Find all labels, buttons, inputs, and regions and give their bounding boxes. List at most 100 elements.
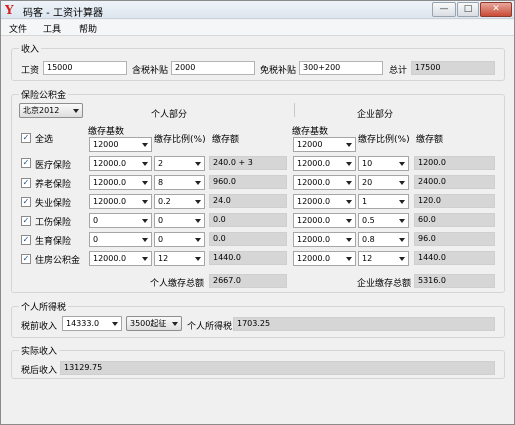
chevron-down-icon bbox=[399, 162, 405, 166]
chevron-down-icon bbox=[142, 257, 148, 261]
injury-personal-base[interactable]: 0 bbox=[89, 213, 152, 228]
company-base-select[interactable]: 12000 bbox=[293, 137, 356, 152]
maternity-company-base[interactable]: 12000.0 bbox=[293, 232, 356, 247]
total-label: 总计 bbox=[389, 66, 408, 76]
injury-checkbox[interactable]: ✓ bbox=[21, 216, 31, 226]
taxfree-allowance-input[interactable]: 300+200 bbox=[299, 61, 383, 75]
pension-personal-ratio-value: 8 bbox=[158, 178, 164, 187]
injury-company-ratio[interactable]: 0.5 bbox=[358, 213, 409, 228]
unemployment-personal-ratio[interactable]: 0.2 bbox=[154, 194, 205, 209]
housing-fund-personal-base[interactable]: 12000.0 bbox=[89, 251, 152, 266]
select-all-checkbox[interactable]: ✓ bbox=[21, 133, 31, 143]
select-all-label: 全选 bbox=[35, 135, 54, 145]
maternity-personal-ratio[interactable]: 0 bbox=[154, 232, 205, 247]
threshold-select[interactable]: 3500起征 bbox=[126, 316, 182, 331]
unemployment-company-amount: 120.0 bbox=[414, 194, 495, 208]
housing-fund-personal-ratio-value: 12 bbox=[158, 254, 169, 263]
pension-company-ratio-value: 20 bbox=[362, 178, 373, 187]
housing-fund-personal-amount: 1440.0 bbox=[209, 251, 287, 265]
company-ratio-header: 缴存比例(%) bbox=[358, 135, 410, 145]
pension-company-base-value: 12000.0 bbox=[297, 178, 331, 187]
maternity-personal-base[interactable]: 0 bbox=[89, 232, 152, 247]
pension-company-ratio[interactable]: 20 bbox=[358, 175, 409, 190]
pension-checkbox[interactable]: ✓ bbox=[21, 178, 31, 188]
pretax-label: 税前收入 bbox=[21, 322, 58, 332]
chevron-down-icon bbox=[399, 238, 405, 242]
maximize-button[interactable]: □ bbox=[457, 2, 479, 17]
personal-total-value: 2667.0 bbox=[209, 274, 287, 288]
pension-company-amount: 2400.0 bbox=[414, 175, 495, 189]
medical-personal-base-value: 12000.0 bbox=[93, 159, 127, 168]
chevron-down-icon bbox=[195, 200, 201, 204]
housing-fund-company-base-value: 12000.0 bbox=[297, 254, 331, 263]
pension-personal-base[interactable]: 12000.0 bbox=[89, 175, 152, 190]
injury-personal-ratio-value: 0 bbox=[158, 216, 164, 225]
company-total-label: 企业缴存总额 bbox=[357, 279, 412, 289]
injury-company-base[interactable]: 12000.0 bbox=[293, 213, 356, 228]
injury-personal-ratio[interactable]: 0 bbox=[154, 213, 205, 228]
maternity-company-ratio-value: 0.8 bbox=[362, 235, 375, 244]
personal-amount-header: 缴存额 bbox=[212, 135, 240, 145]
minimize-button[interactable]: — bbox=[432, 2, 456, 17]
close-button[interactable]: ✕ bbox=[480, 2, 512, 17]
menu-help[interactable]: 帮助 bbox=[79, 22, 97, 35]
unemployment-checkbox[interactable]: ✓ bbox=[21, 197, 31, 207]
chevron-down-icon bbox=[142, 238, 148, 242]
housing-fund-company-ratio[interactable]: 12 bbox=[358, 251, 409, 266]
personal-base-select[interactable]: 12000 bbox=[89, 137, 152, 152]
chevron-down-icon bbox=[399, 200, 405, 204]
injury-company-base-value: 12000.0 bbox=[297, 216, 331, 225]
personal-total-label: 个人缴存总额 bbox=[150, 279, 205, 289]
taxable-allowance-input[interactable]: 2000 bbox=[171, 61, 255, 75]
salary-input[interactable]: 15000 bbox=[43, 61, 127, 75]
chevron-down-icon bbox=[399, 257, 405, 261]
title-bar[interactable]: Y 码客 - 工资计算器 — □ ✕ bbox=[1, 1, 514, 19]
row-label-injury: 工伤保险 bbox=[35, 218, 72, 228]
injury-personal-amount: 0.0 bbox=[209, 213, 287, 227]
pension-personal-ratio[interactable]: 8 bbox=[154, 175, 205, 190]
chevron-down-icon bbox=[399, 219, 405, 223]
pretax-select[interactable]: 14333.0 bbox=[62, 316, 122, 331]
injury-personal-base-value: 0 bbox=[93, 216, 99, 225]
chevron-down-icon bbox=[195, 162, 201, 166]
aftertax-label: 税后收入 bbox=[21, 366, 58, 376]
window-title: 码客 - 工资计算器 bbox=[23, 8, 103, 19]
income-tax-value: 1703.25 bbox=[233, 317, 495, 331]
housing-fund-personal-ratio[interactable]: 12 bbox=[154, 251, 205, 266]
medical-company-base-value: 12000.0 bbox=[297, 159, 331, 168]
medical-personal-ratio[interactable]: 2 bbox=[154, 156, 205, 171]
maternity-company-ratio[interactable]: 0.8 bbox=[358, 232, 409, 247]
housing-fund-company-base[interactable]: 12000.0 bbox=[293, 251, 356, 266]
pension-personal-amount: 960.0 bbox=[209, 175, 287, 189]
company-section-title: 企业部分 bbox=[357, 110, 394, 120]
unemployment-personal-base-value: 12000.0 bbox=[93, 197, 127, 206]
unemployment-company-ratio[interactable]: 1 bbox=[358, 194, 409, 209]
unemployment-personal-ratio-value: 0.2 bbox=[158, 197, 171, 206]
medical-company-base[interactable]: 12000.0 bbox=[293, 156, 356, 171]
row-label-housing-fund: 住房公积金 bbox=[35, 256, 81, 266]
row-label-maternity: 生育保险 bbox=[35, 237, 72, 247]
personal-ratio-header: 缴存比例(%) bbox=[154, 135, 206, 145]
unemployment-personal-amount: 24.0 bbox=[209, 194, 287, 208]
menu-tools[interactable]: 工具 bbox=[43, 22, 61, 35]
medical-checkbox[interactable]: ✓ bbox=[21, 158, 31, 168]
chevron-down-icon bbox=[112, 322, 118, 326]
chevron-down-icon bbox=[142, 143, 148, 147]
unemployment-personal-base[interactable]: 12000.0 bbox=[89, 194, 152, 209]
chevron-down-icon bbox=[142, 200, 148, 204]
menu-file[interactable]: 文件 bbox=[9, 22, 27, 35]
city-select[interactable]: 北京2012 bbox=[19, 103, 83, 118]
personal-base-header: 缴存基数 bbox=[88, 127, 125, 137]
row-label-unemployment: 失业保险 bbox=[35, 199, 72, 209]
medical-company-ratio[interactable]: 10 bbox=[358, 156, 409, 171]
unemployment-company-base[interactable]: 12000.0 bbox=[293, 194, 356, 209]
maternity-checkbox[interactable]: ✓ bbox=[21, 235, 31, 245]
pension-company-base[interactable]: 12000.0 bbox=[293, 175, 356, 190]
chevron-down-icon bbox=[142, 219, 148, 223]
housing-fund-checkbox[interactable]: ✓ bbox=[21, 254, 31, 264]
income-tax-label: 个人所得税 bbox=[187, 322, 233, 332]
injury-company-ratio-value: 0.5 bbox=[362, 216, 375, 225]
maternity-personal-ratio-value: 0 bbox=[158, 235, 164, 244]
medical-personal-base[interactable]: 12000.0 bbox=[89, 156, 152, 171]
chevron-down-icon bbox=[346, 238, 352, 242]
